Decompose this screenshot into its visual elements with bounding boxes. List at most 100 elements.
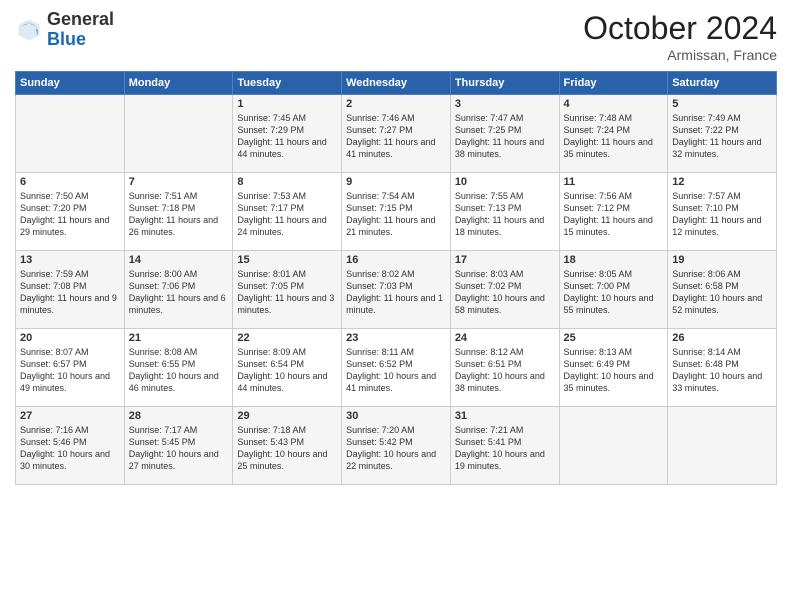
week-row-2: 6 Sunrise: 7:50 AMSunset: 7:20 PMDaylight…: [16, 173, 777, 251]
day-number: 9: [346, 176, 446, 188]
cell-content: Sunrise: 8:00 AMSunset: 7:06 PMDaylight:…: [129, 268, 229, 317]
day-number: 11: [564, 176, 664, 188]
cell-content: Sunrise: 7:55 AMSunset: 7:13 PMDaylight:…: [455, 190, 555, 239]
cell-content: Sunrise: 8:09 AMSunset: 6:54 PMDaylight:…: [237, 346, 337, 395]
calendar-cell: 30 Sunrise: 7:20 AMSunset: 5:42 PMDayligh…: [342, 407, 451, 485]
calendar-cell: 19Sunrise: 8:06 AMSunset: 6:58 PMDayligh…: [668, 251, 777, 329]
calendar-cell: 17Sunrise: 8:03 AMSunset: 7:02 PMDayligh…: [450, 251, 559, 329]
cell-content: Sunrise: 7:50 AMSunset: 7:20 PMDaylight:…: [20, 190, 120, 239]
cell-content: Sunrise: 7:17 AMSunset: 5:45 PMDaylight:…: [129, 424, 229, 473]
day-number: 18: [564, 254, 664, 266]
calendar-cell: 5Sunrise: 7:49 AMSunset: 7:22 PMDaylight…: [668, 95, 777, 173]
cell-content: Sunrise: 7:21 AMSunset: 5:41 PMDaylight:…: [455, 424, 555, 473]
day-number: 6: [20, 176, 120, 188]
cell-content: Sunrise: 8:06 AMSunset: 6:58 PMDaylight:…: [672, 268, 772, 317]
cell-content: Sunrise: 7:46 AMSunset: 7:27 PMDaylight:…: [346, 112, 446, 161]
cell-content: Sunrise: 7:18 AMSunset: 5:43 PMDaylight:…: [237, 424, 337, 473]
calendar-cell: 16 Sunrise: 8:02 AMSunset: 7:03 PMDayligh…: [342, 251, 451, 329]
calendar-cell: 25Sunrise: 8:13 AMSunset: 6:49 PMDayligh…: [559, 329, 668, 407]
calendar-cell: 20 Sunrise: 8:07 AMSunset: 6:57 PMDayligh…: [16, 329, 125, 407]
calendar-cell: 6 Sunrise: 7:50 AMSunset: 7:20 PMDaylight…: [16, 173, 125, 251]
month-title: October 2024: [583, 10, 777, 47]
day-number: 10: [455, 176, 555, 188]
day-number: 23: [346, 332, 446, 344]
cell-content: Sunrise: 7:59 AMSunset: 7:08 PMDaylight:…: [20, 268, 120, 317]
day-number: 14: [129, 254, 229, 266]
calendar-cell: 14 Sunrise: 8:00 AMSunset: 7:06 PMDayligh…: [124, 251, 233, 329]
week-row-3: 13 Sunrise: 7:59 AMSunset: 7:08 PMDayligh…: [16, 251, 777, 329]
header-tuesday: Tuesday: [233, 72, 342, 95]
cell-content: Sunrise: 7:16 AMSunset: 5:46 PMDaylight:…: [20, 424, 120, 473]
day-number: 31: [455, 410, 555, 422]
calendar-cell: 10 Sunrise: 7:55 AMSunset: 7:13 PMDayligh…: [450, 173, 559, 251]
day-number: 20: [20, 332, 120, 344]
header-monday: Monday: [124, 72, 233, 95]
calendar-cell: [124, 95, 233, 173]
subtitle: Armissan, France: [583, 47, 777, 63]
logo-text: General Blue: [47, 10, 114, 50]
calendar-cell: 31 Sunrise: 7:21 AMSunset: 5:41 PMDayligh…: [450, 407, 559, 485]
day-number: 15: [237, 254, 337, 266]
calendar-cell: 21Sunrise: 8:08 AMSunset: 6:55 PMDayligh…: [124, 329, 233, 407]
day-number: 21: [129, 332, 229, 344]
day-number: 22: [237, 332, 337, 344]
calendar-cell: 18 Sunrise: 8:05 AMSunset: 7:00 PMDayligh…: [559, 251, 668, 329]
cell-content: Sunrise: 7:53 AMSunset: 7:17 PMDaylight:…: [237, 190, 337, 239]
day-number: 16: [346, 254, 446, 266]
logo-blue: Blue: [47, 29, 86, 49]
header-saturday: Saturday: [668, 72, 777, 95]
cell-content: Sunrise: 8:11 AMSunset: 6:52 PMDaylight:…: [346, 346, 446, 395]
calendar-cell: [16, 95, 125, 173]
calendar-cell: 29 Sunrise: 7:18 AMSunset: 5:43 PMDayligh…: [233, 407, 342, 485]
header-wednesday: Wednesday: [342, 72, 451, 95]
header-sunday: Sunday: [16, 72, 125, 95]
cell-content: Sunrise: 7:48 AMSunset: 7:24 PMDaylight:…: [564, 112, 664, 161]
calendar-table: SundayMondayTuesdayWednesdayThursdayFrid…: [15, 71, 777, 485]
page: General Blue October 2024 Armissan, Fran…: [0, 0, 792, 612]
cell-content: Sunrise: 8:13 AMSunset: 6:49 PMDaylight:…: [564, 346, 664, 395]
cell-content: Sunrise: 8:05 AMSunset: 7:00 PMDaylight:…: [564, 268, 664, 317]
cell-content: Sunrise: 8:12 AMSunset: 6:51 PMDaylight:…: [455, 346, 555, 395]
week-row-5: 27 Sunrise: 7:16 AMSunset: 5:46 PMDayligh…: [16, 407, 777, 485]
calendar-cell: 15 Sunrise: 8:01 AMSunset: 7:05 PMDayligh…: [233, 251, 342, 329]
header-friday: Friday: [559, 72, 668, 95]
day-number: 13: [20, 254, 120, 266]
calendar-cell: 13 Sunrise: 7:59 AMSunset: 7:08 PMDayligh…: [16, 251, 125, 329]
cell-content: Sunrise: 8:02 AMSunset: 7:03 PMDaylight:…: [346, 268, 446, 317]
calendar-cell: 9 Sunrise: 7:54 AMSunset: 7:15 PMDaylight…: [342, 173, 451, 251]
calendar-cell: 4 Sunrise: 7:48 AMSunset: 7:24 PMDaylight…: [559, 95, 668, 173]
day-number: 17: [455, 254, 555, 266]
cell-content: Sunrise: 7:20 AMSunset: 5:42 PMDaylight:…: [346, 424, 446, 473]
day-number: 27: [20, 410, 120, 422]
day-number: 3: [455, 98, 555, 110]
week-row-4: 20 Sunrise: 8:07 AMSunset: 6:57 PMDayligh…: [16, 329, 777, 407]
cell-content: Sunrise: 7:54 AMSunset: 7:15 PMDaylight:…: [346, 190, 446, 239]
week-row-1: 1Sunrise: 7:45 AMSunset: 7:29 PMDaylight…: [16, 95, 777, 173]
cell-content: Sunrise: 7:57 AMSunset: 7:10 PMDaylight:…: [672, 190, 772, 239]
day-number: 2: [346, 98, 446, 110]
day-number: 26: [672, 332, 772, 344]
day-number: 28: [129, 410, 229, 422]
day-number: 4: [564, 98, 664, 110]
calendar-cell: 7Sunrise: 7:51 AMSunset: 7:18 PMDaylight…: [124, 173, 233, 251]
days-header-row: SundayMondayTuesdayWednesdayThursdayFrid…: [16, 72, 777, 95]
cell-content: Sunrise: 7:47 AMSunset: 7:25 PMDaylight:…: [455, 112, 555, 161]
logo-general: General: [47, 9, 114, 29]
day-number: 5: [672, 98, 772, 110]
calendar-cell: 2 Sunrise: 7:46 AMSunset: 7:27 PMDaylight…: [342, 95, 451, 173]
calendar-cell: [668, 407, 777, 485]
calendar-cell: 1Sunrise: 7:45 AMSunset: 7:29 PMDaylight…: [233, 95, 342, 173]
cell-content: Sunrise: 8:07 AMSunset: 6:57 PMDaylight:…: [20, 346, 120, 395]
day-number: 29: [237, 410, 337, 422]
day-number: 1: [237, 98, 337, 110]
cell-content: Sunrise: 7:51 AMSunset: 7:18 PMDaylight:…: [129, 190, 229, 239]
header: General Blue October 2024 Armissan, Fran…: [15, 10, 777, 63]
calendar-cell: 3 Sunrise: 7:47 AMSunset: 7:25 PMDaylight…: [450, 95, 559, 173]
calendar-cell: [559, 407, 668, 485]
day-number: 30: [346, 410, 446, 422]
title-block: October 2024 Armissan, France: [583, 10, 777, 63]
day-number: 24: [455, 332, 555, 344]
day-number: 8: [237, 176, 337, 188]
cell-content: Sunrise: 8:01 AMSunset: 7:05 PMDaylight:…: [237, 268, 337, 317]
calendar-cell: 27 Sunrise: 7:16 AMSunset: 5:46 PMDayligh…: [16, 407, 125, 485]
